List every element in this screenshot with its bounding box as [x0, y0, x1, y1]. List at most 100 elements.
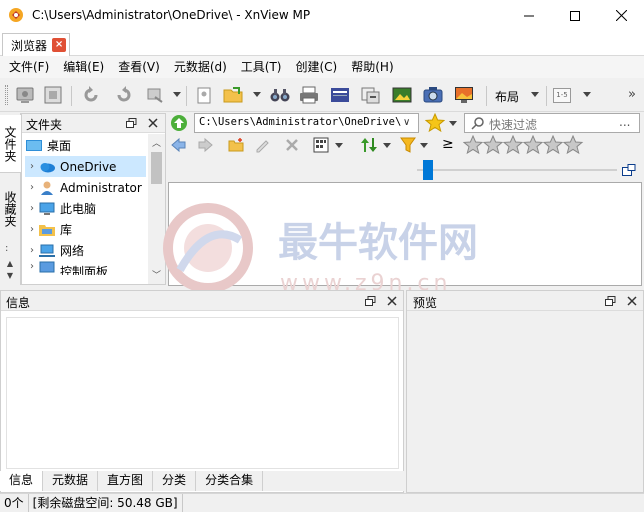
chevron-down-icon[interactable] — [383, 143, 391, 148]
view-mode-button[interactable]: 1-5 — [553, 88, 571, 103]
back-arrow-icon[interactable] — [170, 137, 186, 153]
chevron-right-icon[interactable]: › — [25, 261, 39, 272]
toolbar-button[interactable] — [42, 84, 64, 106]
chevron-down-icon[interactable] — [253, 92, 261, 97]
menu-file[interactable]: 文件(F) — [2, 56, 56, 78]
tab-category-sets[interactable]: 分类合集 — [196, 471, 264, 491]
tree-item-this-pc[interactable]: › 此电脑 — [25, 198, 151, 219]
scrollbar-thumb[interactable] — [151, 152, 162, 184]
toolbar-button[interactable] — [360, 84, 382, 106]
menu-help[interactable]: 帮助(H) — [344, 56, 400, 78]
chevron-down-icon[interactable]: ﹀ — [148, 268, 165, 281]
side-tab-favorites[interactable]: 收藏夹 — [0, 179, 21, 239]
tree-item-network[interactable]: › 网络 — [25, 240, 151, 261]
chevron-down-icon[interactable] — [335, 143, 343, 148]
chevron-down-icon[interactable] — [173, 92, 181, 97]
quick-filter-input[interactable]: 快速过滤 ... — [464, 113, 640, 133]
toolbar-button[interactable] — [14, 84, 36, 106]
delete-icon[interactable] — [285, 138, 299, 152]
panel-close-icon[interactable] — [627, 296, 637, 306]
chevron-right-icon[interactable]: › — [25, 224, 39, 235]
print-icon — [300, 86, 318, 104]
favorite-star-icon[interactable] — [425, 113, 445, 133]
toolbar-button[interactable] — [80, 84, 102, 106]
tab-info[interactable]: 信息 — [0, 471, 44, 491]
chevron-right-icon[interactable]: › — [25, 245, 39, 256]
filter-funnel-icon[interactable] — [400, 136, 416, 154]
tree-item-library[interactable]: › 库 — [25, 219, 151, 240]
side-tab-folders[interactable]: 文件夹 — [0, 115, 21, 173]
search-options-button[interactable]: ... — [619, 115, 630, 129]
close-button[interactable] — [598, 0, 644, 31]
slider-thumb[interactable] — [423, 160, 433, 180]
new-folder-icon[interactable] — [228, 137, 245, 153]
menu-edit[interactable]: 编辑(E) — [56, 56, 111, 78]
tree-item-onedrive[interactable]: › OneDrive — [25, 156, 146, 177]
toolbar-button[interactable] — [422, 84, 444, 106]
float-panel-icon[interactable] — [365, 296, 376, 307]
control-panel-icon — [39, 261, 55, 273]
info-content — [6, 317, 399, 469]
thumbnail-browser-area[interactable] — [168, 182, 642, 286]
chevron-down-icon[interactable] — [583, 92, 591, 97]
address-bar[interactable]: C:\Users\Administrator\OneDrive\ — [194, 113, 419, 133]
close-icon — [615, 10, 627, 21]
chevron-right-icon[interactable]: › — [25, 161, 39, 172]
toolbar-button[interactable] — [329, 84, 351, 106]
thumbnail-view-icon[interactable] — [313, 137, 329, 153]
tree-scrollbar[interactable]: ︿ ﹀ — [148, 134, 165, 284]
panel-close-icon[interactable] — [148, 118, 158, 128]
toolbar-button[interactable] — [269, 84, 291, 106]
panel-close-icon[interactable] — [387, 296, 397, 306]
network-icon — [39, 244, 55, 257]
tab-histogram[interactable]: 直方图 — [98, 471, 154, 491]
side-scroll-up-icon[interactable]: ▲ — [0, 259, 20, 271]
toolbar-button[interactable] — [144, 84, 166, 106]
thumbnail-size-slider[interactable] — [417, 169, 617, 171]
tab-categories[interactable]: 分类 — [153, 471, 197, 491]
toolbar-grip[interactable] — [5, 85, 8, 105]
info-panel-header: 信息 — [1, 291, 403, 311]
minimize-button[interactable] — [506, 0, 552, 31]
tree-item-desktop[interactable]: 桌面 — [22, 135, 148, 156]
chevron-right-icon[interactable]: › — [25, 203, 39, 214]
chevron-down-icon[interactable] — [420, 143, 428, 148]
rename-icon[interactable] — [255, 137, 271, 153]
maximize-button[interactable] — [552, 0, 598, 31]
chevron-down-icon[interactable]: ∨ — [403, 117, 410, 128]
toolbar-overflow-icon[interactable]: » — [628, 87, 636, 102]
tab-metadata[interactable]: 元数据 — [43, 471, 99, 491]
menu-view[interactable]: 查看(V) — [111, 56, 167, 78]
desktop-icon — [26, 139, 42, 151]
tab-browser[interactable]: 浏览器 × — [2, 33, 71, 56]
side-scroll-down-icon[interactable]: ▼ — [0, 271, 20, 283]
tab-close-icon[interactable]: × — [52, 38, 67, 52]
rating-filter-operator[interactable]: ≥ — [442, 136, 454, 152]
menu-tools[interactable]: 工具(T) — [234, 56, 289, 78]
tree-item-administrator[interactable]: › Administrator — [25, 177, 151, 198]
toolbar-button[interactable] — [298, 84, 320, 106]
chevron-down-icon[interactable] — [449, 121, 457, 126]
toolbar-button[interactable] — [113, 84, 135, 106]
layout-button[interactable]: 布局 — [495, 88, 519, 105]
go-up-icon[interactable] — [170, 114, 188, 132]
toolbar-button[interactable] — [193, 84, 215, 106]
toolbar-button[interactable] — [453, 84, 475, 106]
toolbar-button[interactable] — [391, 84, 413, 106]
menu-create[interactable]: 创建(C) — [289, 56, 345, 78]
chevron-up-icon[interactable]: ︿ — [148, 136, 165, 149]
tree-item-control-panel[interactable]: › 控制面板 — [25, 261, 151, 275]
status-bar: 0个 [剩余磁盘空间: 50.48 GB] — [0, 493, 644, 512]
rating-filter-stars[interactable] — [462, 134, 587, 155]
chevron-right-icon[interactable]: › — [25, 182, 39, 193]
menu-metadata[interactable]: 元数据(d) — [167, 56, 234, 78]
sort-icon[interactable] — [360, 136, 378, 154]
toolbar-button[interactable] — [223, 84, 245, 106]
float-panel-icon[interactable] — [605, 296, 616, 307]
info-panel: 信息 — [0, 290, 404, 493]
fit-window-icon[interactable] — [622, 164, 636, 176]
side-tab-more-icon[interactable]: : — [5, 243, 8, 254]
forward-arrow-icon[interactable] — [198, 137, 214, 153]
chevron-down-icon[interactable] — [531, 92, 539, 97]
float-panel-icon[interactable] — [126, 118, 137, 129]
